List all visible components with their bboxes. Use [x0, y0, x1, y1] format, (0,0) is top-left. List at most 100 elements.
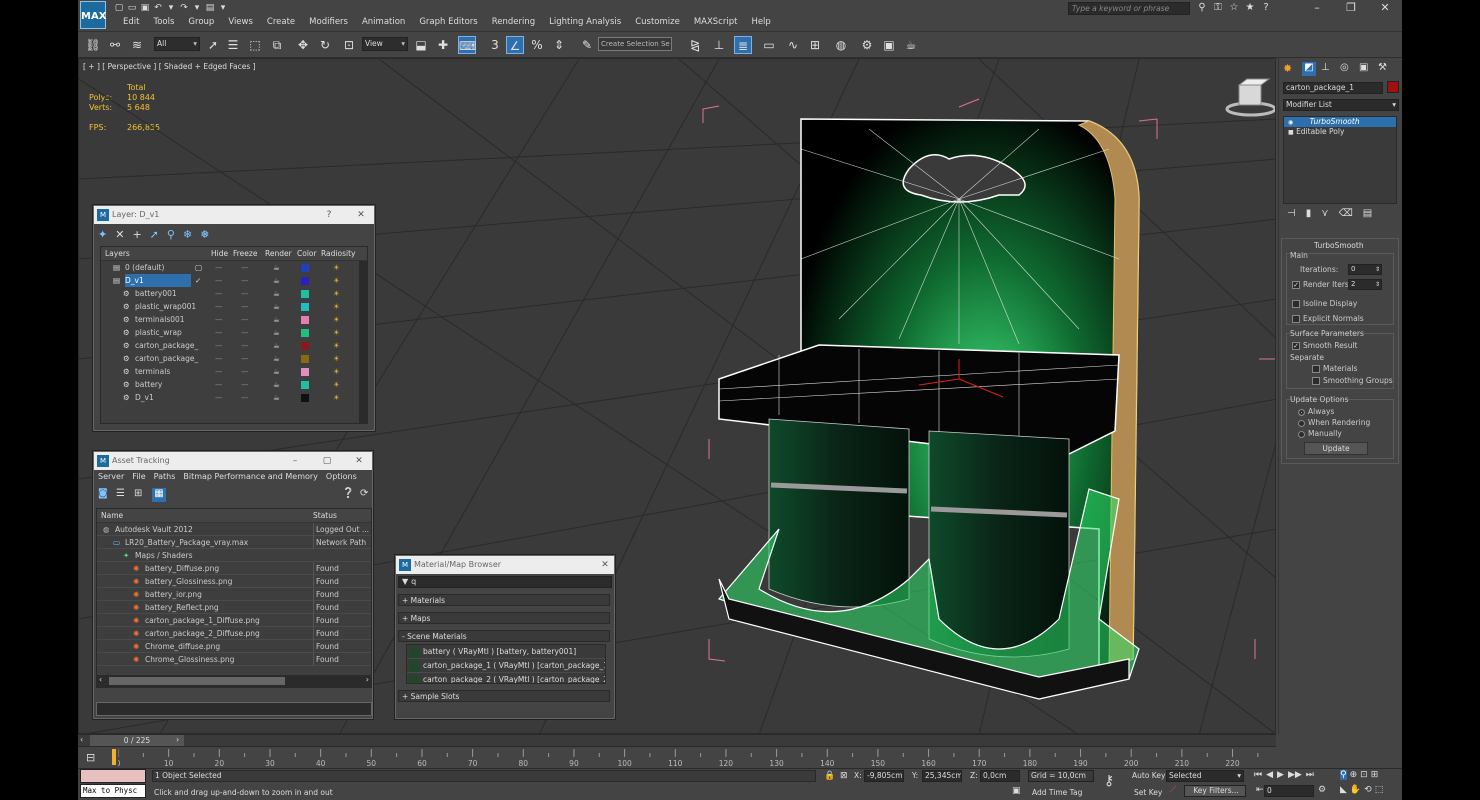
y-coord-field[interactable]: 25,345cm	[922, 770, 962, 782]
help-icon[interactable]: ?	[320, 206, 338, 224]
manually-radio[interactable]: Manually	[1298, 429, 1342, 438]
maximize-viewport-icon[interactable]: ⬚	[1375, 785, 1384, 795]
save-file-icon[interactable]: ▣	[140, 3, 150, 13]
hide-toggle[interactable]: —	[215, 365, 223, 378]
asset-help-icon[interactable]: ❔	[342, 488, 354, 499]
current-frame-field[interactable]: 0	[1264, 785, 1314, 797]
time-tag-icon[interactable]: ▣	[1012, 786, 1021, 796]
material-search-input[interactable]: ▼ q	[398, 576, 612, 588]
close-icon[interactable]: ✕	[1368, 0, 1402, 16]
active-layer-icon[interactable]: ▢	[195, 261, 202, 274]
section-header[interactable]: + Maps	[398, 612, 610, 624]
radiosity-icon[interactable]: ☀	[333, 365, 340, 378]
hide-toggle[interactable]: —	[215, 339, 223, 352]
layer-col-layers[interactable]: Layers	[105, 247, 130, 261]
curve-editor-icon[interactable]: ∿	[784, 36, 802, 54]
angle-snap-icon[interactable]: ∠	[506, 36, 524, 54]
explicit-normals-checkbox[interactable]: Explicit Normals	[1292, 314, 1364, 323]
utilities-tab-icon[interactable]: ⚒	[1378, 62, 1392, 76]
color-swatch[interactable]	[301, 303, 309, 311]
configure-sets-icon[interactable]: ▤	[1363, 208, 1372, 219]
render-setup-icon[interactable]: ⚙	[858, 36, 876, 54]
radiosity-icon[interactable]: ☀	[333, 274, 340, 287]
checkbox-icon[interactable]	[1292, 315, 1300, 323]
stack-item-editable-poly[interactable]: ■ Editable Poly	[1284, 127, 1396, 137]
color-swatch[interactable]	[301, 264, 309, 272]
color-swatch[interactable]	[301, 329, 309, 337]
asset-col-name[interactable]: Name	[101, 509, 123, 523]
scroll-thumb[interactable]	[109, 677, 285, 685]
layer-scrollbar[interactable]	[359, 261, 367, 423]
mini-curve-editor-icon[interactable]: ⊟	[86, 751, 95, 764]
pan-icon[interactable]: ✋	[1350, 785, 1361, 795]
material-browser-titlebar[interactable]: M Material/Map Browser ✕	[396, 556, 614, 574]
hide-toggle[interactable]: —	[215, 300, 223, 313]
menu-maxscript[interactable]: MAXScript	[687, 17, 745, 27]
render-teapot-icon[interactable]: ☕	[273, 313, 280, 326]
create-layer-icon[interactable]: ✦	[98, 228, 107, 241]
freeze-toggle[interactable]: —	[241, 287, 249, 300]
perspective-viewport[interactable]: [ + ] [ Perspective ] [ Shaded + Edged F…	[78, 58, 1276, 734]
create-tab-icon[interactable]: ✸	[1283, 62, 1297, 76]
time-slider[interactable]: ‹ 0 / 225 ›	[78, 734, 1276, 746]
layer-row[interactable]: ⚙ battery — — ☕ ☀	[101, 378, 367, 391]
key-filters-button[interactable]: Key Filters...	[1184, 785, 1246, 797]
checkbox-icon[interactable]	[1292, 300, 1300, 308]
select-in-layer-icon[interactable]: ➚	[150, 228, 159, 241]
freeze-toggle[interactable]: —	[241, 378, 249, 391]
freeze-toggle[interactable]: —	[241, 300, 249, 313]
keyboard-shortcut-toggle-icon[interactable]: ⌨	[458, 36, 476, 54]
time-slider-thumb[interactable]: 0 / 225	[90, 735, 184, 746]
selection-filter-dropdown[interactable]: All	[154, 37, 200, 51]
select-object-icon[interactable]: ➚	[204, 36, 222, 54]
move-icon[interactable]: ✥	[294, 36, 312, 54]
layer-manager-icon[interactable]: ≣	[734, 36, 752, 54]
rotate-icon[interactable]: ↻	[316, 36, 334, 54]
orbit-icon[interactable]: ⟲	[1364, 785, 1372, 795]
bulb-icon[interactable]: ◉	[1288, 119, 1293, 126]
list-view-icon[interactable]: ☰	[116, 488, 128, 500]
unlink-icon[interactable]: ⚯	[106, 36, 124, 54]
layer-row[interactable]: ⚙ terminals001 — — ☕ ☀	[101, 313, 367, 326]
spinner-arrows-icon[interactable]: ⇕	[1375, 265, 1380, 274]
hide-all-icon[interactable]: ❄	[183, 228, 192, 241]
prev-frame-icon[interactable]: ‹	[80, 735, 83, 744]
radiosity-icon[interactable]: ☀	[333, 391, 340, 404]
checkbox-icon[interactable]: ✓	[1292, 281, 1300, 289]
layer-col-hide[interactable]: Hide	[211, 247, 228, 261]
menu-rendering[interactable]: Rendering	[485, 17, 542, 27]
asset-row[interactable]: ✦ Maps / Shaders	[97, 549, 371, 562]
lock-selection-icon[interactable]: 🔒	[824, 771, 835, 781]
z-coord-field[interactable]: 0,0cm	[980, 770, 1020, 782]
render-iters-spinner[interactable]: 2 ⇕	[1348, 279, 1382, 290]
help-icon[interactable]: ?	[1260, 2, 1272, 14]
materials-checkbox[interactable]: Materials	[1312, 364, 1357, 373]
help-search-input[interactable]: Type a keyword or phrase	[1068, 2, 1190, 15]
auto-key-button[interactable]: Auto Key	[1132, 771, 1165, 780]
zoom-extents-icon[interactable]: ⊡	[1360, 770, 1368, 780]
subscription-icon[interactable]: ⚿	[1212, 2, 1224, 14]
add-time-tag-button[interactable]: Add Time Tag	[1032, 788, 1082, 797]
app-logo[interactable]: MAX	[80, 1, 106, 29]
freeze-toggle[interactable]: —	[241, 391, 249, 404]
asset-menu-server[interactable]: Server	[98, 472, 124, 481]
asset-refresh-icon[interactable]: ⟳	[360, 488, 368, 499]
isoline-checkbox[interactable]: Isoline Display	[1292, 299, 1357, 308]
color-swatch[interactable]	[301, 290, 309, 298]
viewcube[interactable]	[1225, 78, 1275, 117]
asset-menu-options[interactable]: Options	[326, 472, 357, 481]
render-teapot-icon[interactable]: ☕	[273, 352, 280, 365]
render-iters-checkbox[interactable]: ✓ Render Iters:	[1292, 280, 1351, 289]
color-swatch[interactable]	[301, 277, 309, 285]
always-radio[interactable]: Always	[1298, 407, 1334, 416]
layer-row[interactable]: ⚙ terminals — — ☕ ☀	[101, 365, 367, 378]
favorites-icon[interactable]: ★	[1244, 2, 1256, 14]
absolute-mode-icon[interactable]: ⊠	[840, 771, 848, 781]
render-teapot-icon[interactable]: ☕	[273, 365, 280, 378]
material-item[interactable]: carton_package_1 ( VRayMtl ) [carton_pac…	[407, 659, 605, 673]
scroll-right-icon[interactable]: ›	[366, 675, 369, 684]
menu-modifiers[interactable]: Modifiers	[302, 17, 355, 27]
expand-icon[interactable]: ■	[1288, 129, 1294, 136]
track-bar[interactable]: ⊟ 0 10 20 30 40 50 60 70 80 90 100 110 120 130 140 150 1…	[78, 746, 1276, 768]
update-button[interactable]: Update	[1304, 442, 1368, 455]
